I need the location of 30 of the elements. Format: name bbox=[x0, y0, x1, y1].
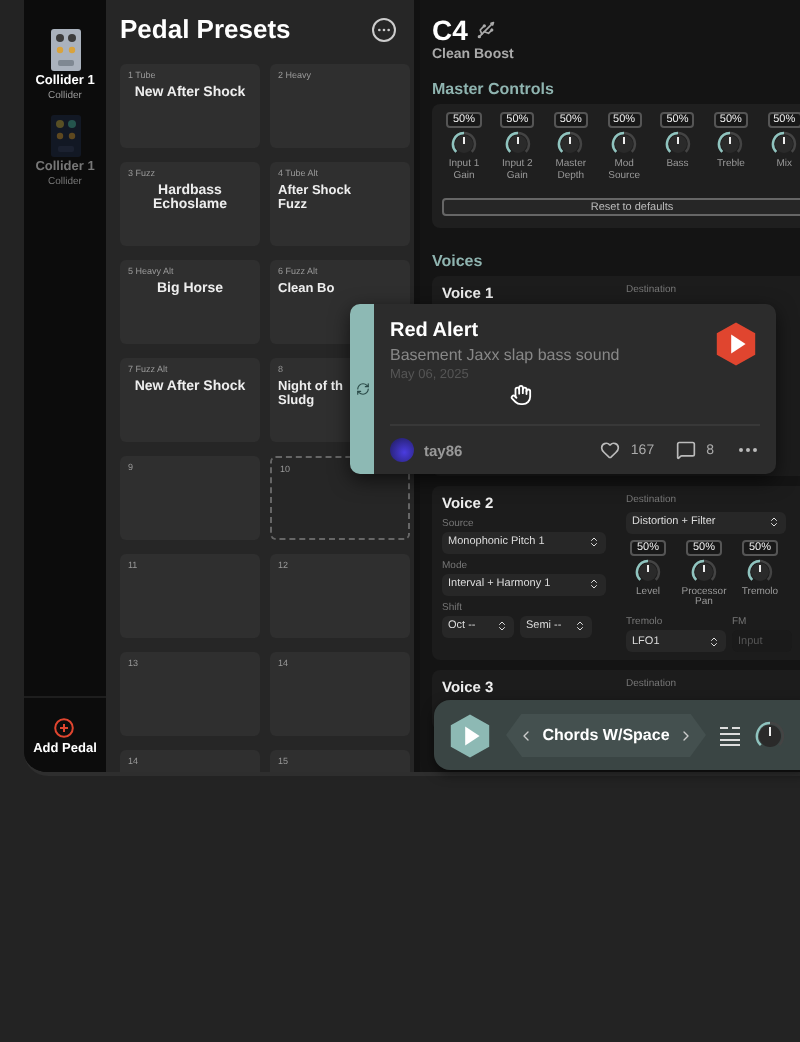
card-description: Basement Jaxx slap bass sound bbox=[390, 346, 620, 364]
knob[interactable] bbox=[556, 130, 585, 158]
preset-name: Chords W/Space bbox=[542, 726, 670, 744]
panel-title: Pedal Presets bbox=[120, 14, 291, 44]
knob[interactable] bbox=[770, 130, 799, 158]
section-title: Voices bbox=[432, 251, 485, 269]
play-button[interactable] bbox=[446, 711, 494, 759]
refresh-icon[interactable] bbox=[355, 382, 369, 396]
knob[interactable] bbox=[610, 130, 639, 158]
section-title: Master Controls bbox=[432, 80, 556, 98]
knob[interactable] bbox=[634, 557, 662, 585]
plus-icon bbox=[54, 718, 75, 738]
play-button[interactable] bbox=[712, 320, 760, 368]
chevron-left-icon[interactable] bbox=[518, 727, 534, 743]
knob[interactable] bbox=[663, 130, 692, 158]
list-icon[interactable] bbox=[718, 725, 742, 745]
more-icon[interactable] bbox=[372, 17, 396, 41]
knob[interactable] bbox=[503, 130, 532, 158]
comment-icon[interactable] bbox=[676, 440, 697, 460]
preset-picker[interactable]: Chords W/Space bbox=[506, 713, 706, 757]
knob[interactable] bbox=[746, 557, 774, 585]
usb-icon bbox=[475, 20, 496, 40]
device-title: C4 bbox=[432, 14, 468, 46]
knob[interactable] bbox=[450, 130, 478, 158]
knob[interactable] bbox=[754, 719, 786, 751]
knob[interactable] bbox=[690, 557, 718, 585]
avatar bbox=[390, 438, 414, 462]
knob[interactable] bbox=[716, 130, 745, 158]
hand-cursor-icon bbox=[510, 384, 532, 406]
heart-icon[interactable] bbox=[600, 440, 621, 460]
